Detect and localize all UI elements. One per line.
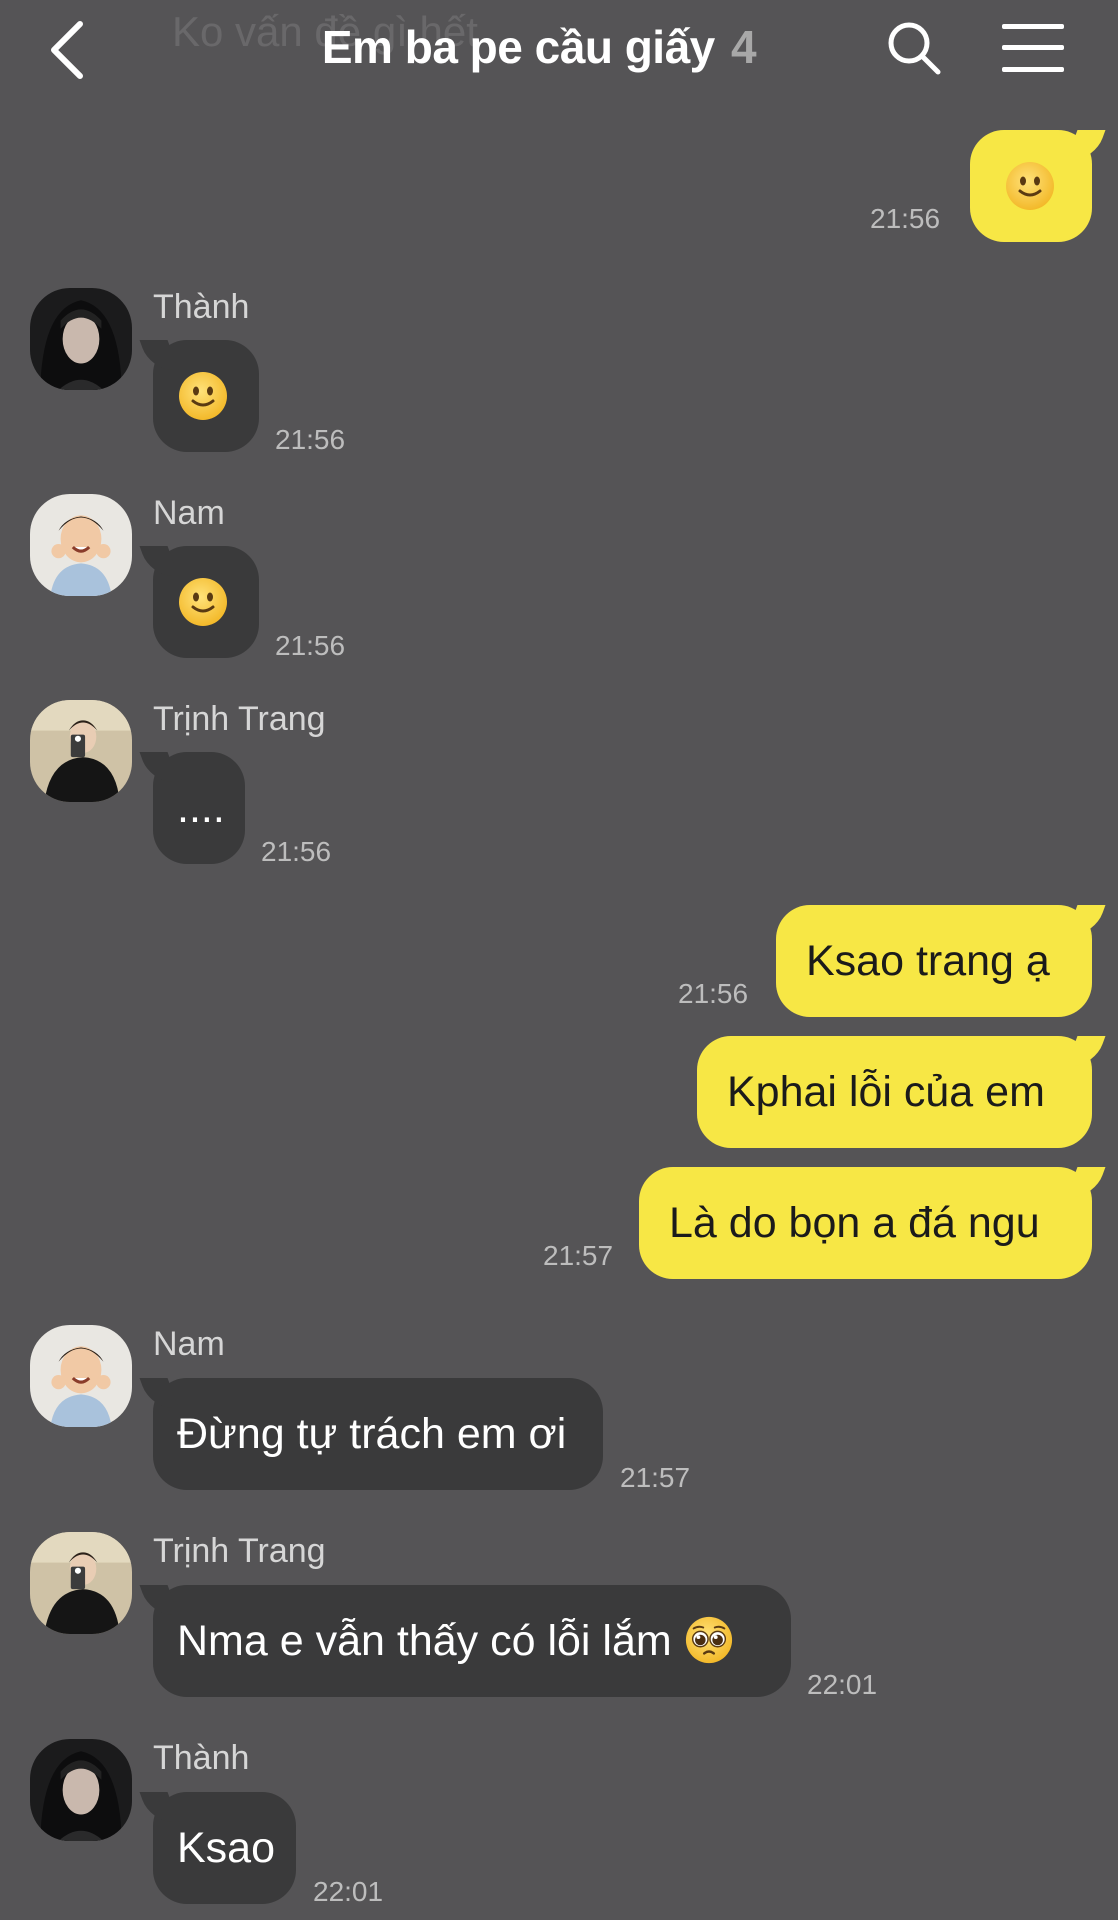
chat-header: Ko vấn đề gì hết Em ba pe cầu giấy 4 — [0, 0, 1118, 100]
sender-name: Trịnh Trang — [153, 1532, 326, 1570]
message-time: 21:56 — [275, 630, 346, 661]
message-text: Nma e vẫn thấy có lỗi lắm — [177, 1617, 672, 1665]
message-bubble[interactable]: .... — [153, 752, 245, 864]
avatar[interactable] — [30, 1532, 132, 1634]
avatar-image — [30, 1739, 132, 1841]
message-time: 21:56 — [275, 424, 346, 455]
message-bubble[interactable]: Đừng tự trách em ơi — [153, 1378, 603, 1490]
avatar-image — [30, 700, 132, 802]
avatar-image — [30, 494, 132, 596]
sender-name: Thành — [153, 1739, 250, 1777]
message-bubble[interactable] — [153, 340, 259, 452]
message-time: 22:01 — [313, 1876, 384, 1907]
message-time: 22:01 — [807, 1669, 878, 1700]
sender-name: Nam — [153, 494, 225, 532]
message-time: 21:57 — [620, 1462, 691, 1493]
search-icon — [888, 22, 941, 75]
avatar-image — [30, 288, 132, 390]
message-time: 21:56 — [678, 978, 749, 1009]
avatar[interactable] — [30, 700, 132, 802]
message-time: 21:57 — [543, 1240, 614, 1271]
message-bubble[interactable] — [970, 130, 1092, 242]
hamburger-menu-icon-line — [1002, 24, 1064, 29]
hamburger-menu-icon-line — [1002, 45, 1064, 50]
avatar[interactable] — [30, 1739, 132, 1841]
sender-name: Nam — [153, 1325, 225, 1363]
avatar-image — [30, 1325, 132, 1427]
message-time: 21:56 — [870, 203, 941, 234]
message-bubble[interactable]: Ksao trang ạ — [776, 905, 1092, 1017]
message-bubble[interactable]: Ksao — [153, 1792, 296, 1904]
member-count: 4 — [731, 21, 757, 73]
back-button[interactable] — [40, 16, 96, 84]
message-bubble[interactable]: Kphai lỗi của em — [697, 1036, 1092, 1148]
message-bubble[interactable]: Là do bọn a đá ngu — [639, 1167, 1092, 1279]
message-bubble[interactable]: Nma e vẫn thấy có lỗi lắm — [153, 1585, 791, 1697]
search-button[interactable] — [884, 18, 944, 78]
message-time: 21:56 — [261, 836, 332, 867]
avatar[interactable] — [30, 1325, 132, 1427]
menu-button[interactable] — [1002, 24, 1064, 74]
slightly-smiling-face-icon — [177, 370, 229, 422]
chat-title: Em ba pe cầu giấy 4 — [160, 20, 918, 74]
avatar-image — [30, 1532, 132, 1634]
chevron-left-icon — [51, 21, 83, 79]
chat-title-text: Em ba pe cầu giấy — [321, 21, 715, 73]
hamburger-menu-icon-line — [1002, 67, 1064, 72]
pleading-face-icon — [684, 1615, 734, 1665]
avatar[interactable] — [30, 494, 132, 596]
sender-name: Thành — [153, 288, 250, 326]
message-bubble[interactable] — [153, 546, 259, 658]
slightly-smiling-face-icon — [1004, 160, 1056, 212]
avatar[interactable] — [30, 288, 132, 390]
sender-name: Trịnh Trang — [153, 700, 326, 738]
slightly-smiling-face-icon — [177, 576, 229, 628]
